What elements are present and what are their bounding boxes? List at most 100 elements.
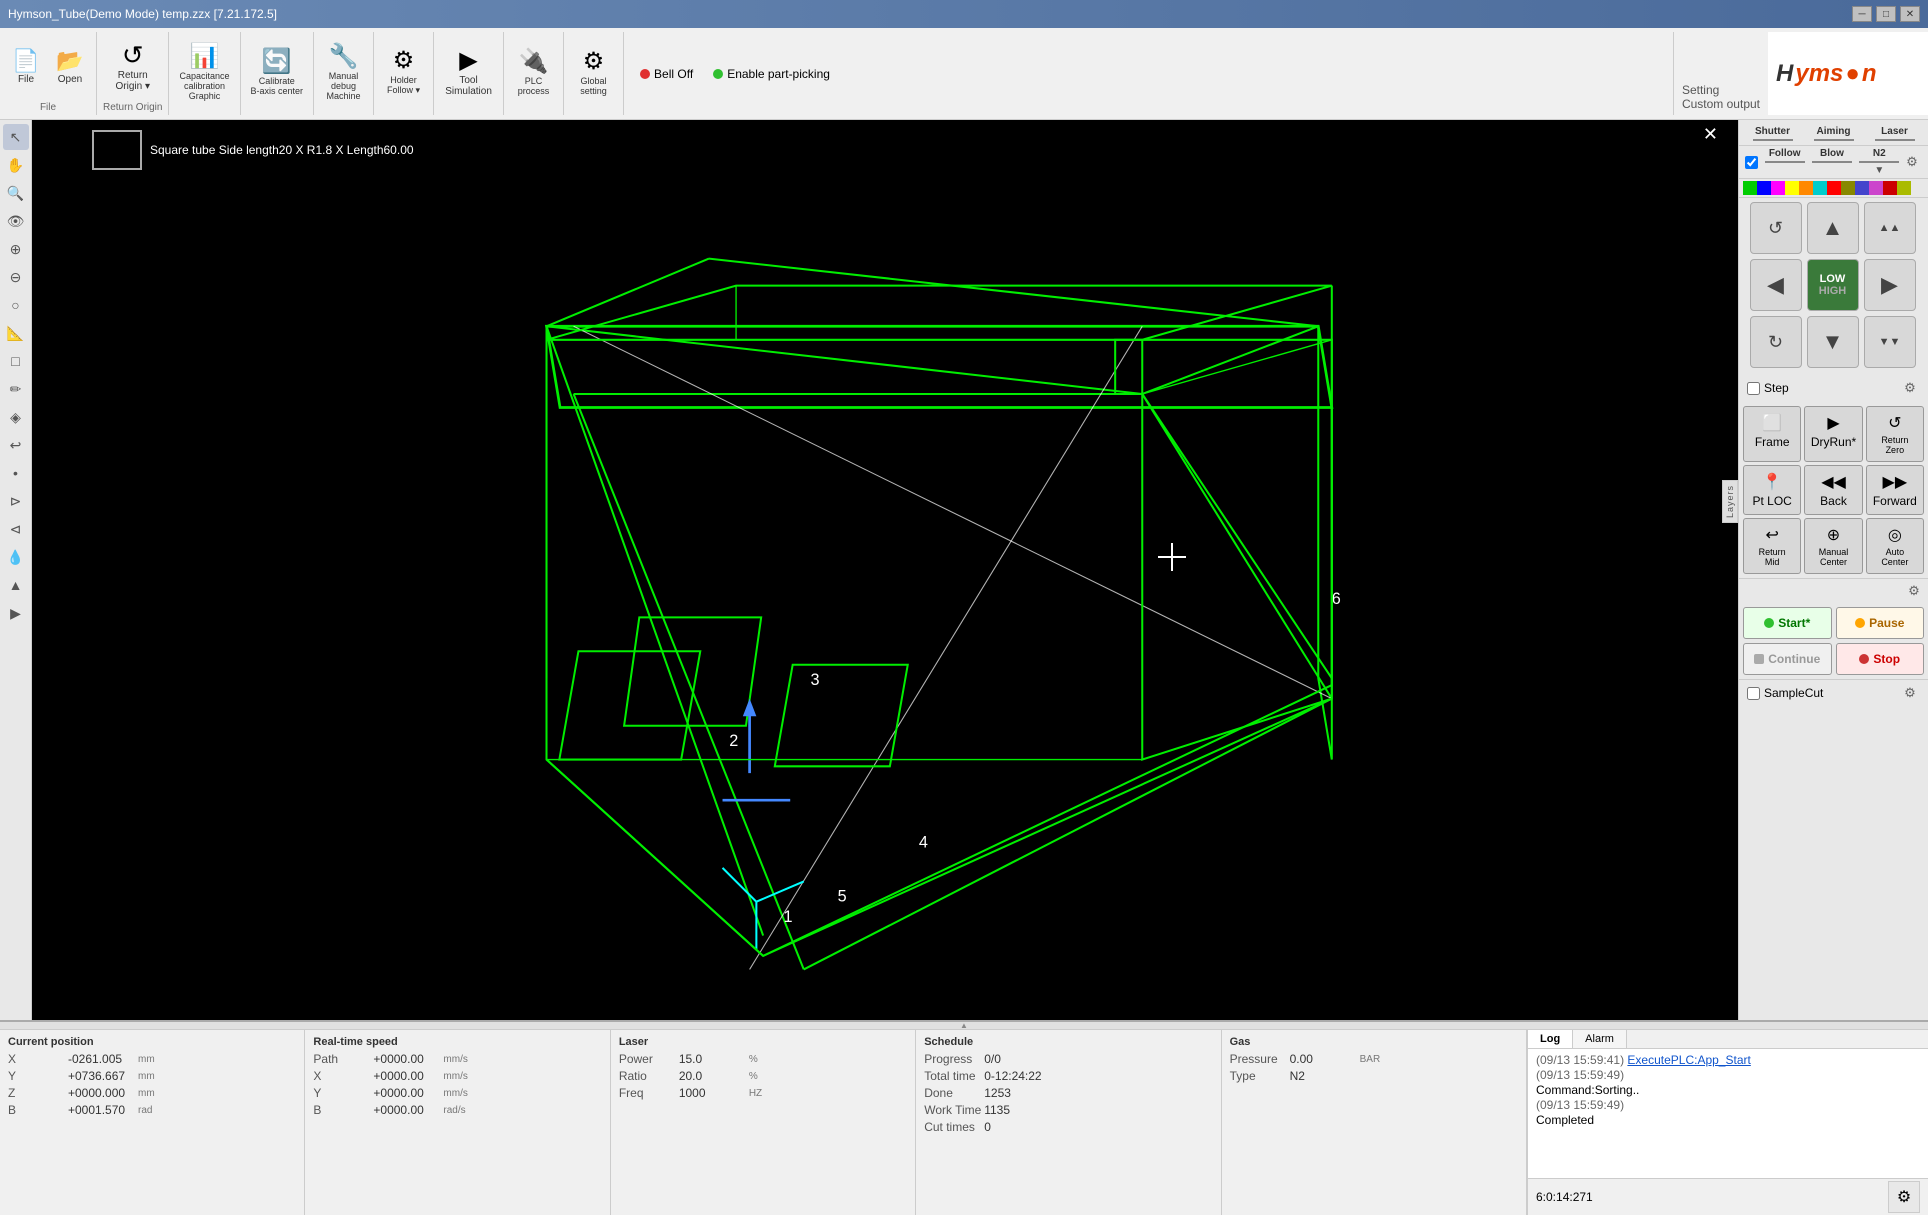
sidebar-forward-step[interactable]: ⊳ [3,488,29,514]
calibrate-b-button[interactable]: 🔄 CalibrateB-axis center [247,48,308,98]
rotate-right-button[interactable]: ↻ [1750,316,1802,368]
sidebar-pencil-tool[interactable]: ✏ [3,376,29,402]
rotate-left-button[interactable]: ↺ [1750,202,1802,254]
sidebar-drop-tool[interactable]: 💧 [3,544,29,570]
plc-process-button[interactable]: 🔌 PLCprocess [514,48,554,98]
shutter-checkbox[interactable] [1745,156,1758,169]
move-up-button[interactable]: ▲ [1807,202,1859,254]
file-open-button[interactable]: 📂 Open [50,48,90,87]
file-new-button[interactable]: 📄 File [6,48,46,87]
canvas-close-button[interactable]: ✕ [1703,124,1718,145]
continue-indicator [1754,654,1764,664]
color-green[interactable] [1743,181,1757,195]
n2-dropdown[interactable]: ▼ [1874,165,1884,176]
sidebar-fill-tool[interactable]: ▲ [3,572,29,598]
color-cyan[interactable] [1813,181,1827,195]
move-right-button[interactable]: ▶ [1864,259,1916,311]
capacitance-button[interactable]: 📊 CapacitancecalibrationGraphic [175,43,233,103]
pos-x-unit: mm [138,1054,155,1065]
forward-button[interactable]: ▶▶ Forward [1866,465,1924,515]
manual-debug-button[interactable]: 🔧 ManualdebugMachine [323,43,365,103]
pressure-value: 0.00 [1290,1052,1360,1066]
color-orange[interactable] [1799,181,1813,195]
custom-output-label: Custom output [1682,97,1760,111]
back-button[interactable]: ◀◀ Back [1804,465,1862,515]
start-indicator [1764,618,1774,628]
step-settings-gear[interactable]: ⚙ [1900,378,1920,398]
sidebar-eraser-tool[interactable]: ◈ [3,404,29,430]
sidebar-expand-btn[interactable]: ▶ [3,600,29,626]
laser-power-value: 15.0 [679,1052,749,1066]
color-lime[interactable] [1897,181,1911,195]
sidebar-measure-tool[interactable]: 📐 [3,320,29,346]
sidebar-dot-tool[interactable]: • [3,460,29,486]
return-origin-button[interactable]: ↺ ReturnOrigin ▾ [111,40,153,94]
sidebar-back-step[interactable]: ⊲ [3,516,29,542]
sidebar-eye-tool[interactable]: 👁 [3,208,29,234]
color-yellow[interactable] [1785,181,1799,195]
start-button[interactable]: Start* [1743,607,1832,639]
svg-text:6: 6 [1332,590,1341,608]
color-violet[interactable] [1869,181,1883,195]
file-new-label: File [18,74,34,85]
current-position-panel: Current position X -0261.005 mm Y +0736.… [0,1030,305,1215]
color-blue[interactable] [1757,181,1771,195]
pause-button[interactable]: Pause [1836,607,1925,639]
tube-canvas[interactable]: 1 2 3 4 5 6 [32,120,1738,1020]
color-olive[interactable] [1841,181,1855,195]
sidebar-pan-tool[interactable]: ✋ [3,152,29,178]
manual-center-button[interactable]: ⊕ ManualCenter [1804,518,1862,574]
canvas-area[interactable]: Square tube Side length20 X R1.8 X Lengt… [32,120,1738,1020]
laser-settings-gear[interactable]: ⚙ [1902,152,1922,172]
gas-panel: Gas Pressure 0.00 BAR Type N2 [1222,1030,1526,1215]
step-checkbox-label[interactable]: Step [1747,381,1789,395]
laser-power-label: Power [619,1052,679,1066]
log-entry-2: (09/13 15:59:49) [1536,1068,1920,1082]
bell-off-button[interactable]: Bell Off [640,67,693,81]
pos-b-row: B +0001.570 rad [8,1103,296,1117]
dry-run-button[interactable]: ▶ DryRun* [1804,406,1862,462]
global-setting-button[interactable]: ⚙ Globalsetting [574,48,614,98]
log-link-1[interactable]: ExecutePLC:App_Start [1627,1053,1750,1067]
tool-simulation-button[interactable]: ▶ ToolSimulation [441,47,496,99]
move-left-button[interactable]: ◀ [1750,259,1802,311]
color-indigo[interactable] [1855,181,1869,195]
return-mid-button[interactable]: ↩ ReturnMid [1743,518,1801,574]
continue-button[interactable]: Continue [1743,643,1832,675]
sample-cut-checkbox[interactable] [1747,687,1760,700]
sample-cut-label[interactable]: SampleCut [1747,686,1823,700]
sample-cut-gear[interactable]: ⚙ [1900,683,1920,703]
restore-button[interactable]: □ [1876,6,1896,22]
move-down-button[interactable]: ▼ [1807,316,1859,368]
alarm-tab[interactable]: Alarm [1573,1030,1627,1048]
stop-button[interactable]: Stop [1836,643,1925,675]
minimize-button[interactable]: ─ [1852,6,1872,22]
move-up-z-button[interactable]: ▲▲ [1864,202,1916,254]
log-tab[interactable]: Log [1528,1030,1573,1048]
low-high-toggle[interactable]: LOW HIGH [1807,259,1859,311]
frame-button[interactable]: ⬜ Frame [1743,406,1801,462]
pt-loc-button[interactable]: 📍 Pt LOC [1743,465,1801,515]
step-checkbox[interactable] [1747,382,1760,395]
log-settings-gear[interactable]: ⚙ [1888,1181,1920,1213]
move-down-z-button[interactable]: ▼▼ [1864,316,1916,368]
toolbar-group-plc: 🔌 PLCprocess [504,32,564,115]
sidebar-rect-tool[interactable]: □ [3,348,29,374]
sidebar-circle-tool[interactable]: ○ [3,292,29,318]
bottom-collapse-btn[interactable]: ▲ [0,1022,1928,1030]
return-zero-button[interactable]: ↺ ReturnZero [1866,406,1924,462]
color-magenta[interactable] [1771,181,1785,195]
auto-center-button[interactable]: ◎ AutoCenter [1866,518,1924,574]
color-red[interactable] [1827,181,1841,195]
toolbar-group-holder-follow: ⚙ HolderFollow ▾ [374,32,434,115]
sidebar-zoom-tool[interactable]: 🔍 [3,180,29,206]
color-dark-red[interactable] [1883,181,1897,195]
enable-part-picking-button[interactable]: Enable part-picking [713,67,830,81]
action-settings-gear[interactable]: ⚙ [1904,581,1924,601]
holder-follow-button[interactable]: ⚙ HolderFollow ▾ [383,47,424,98]
sidebar-select-tool[interactable]: ↖ [3,124,29,150]
close-button[interactable]: ✕ [1900,6,1920,22]
sidebar-undo-tool[interactable]: ↩ [3,432,29,458]
sidebar-zoom-in-tool[interactable]: ⊕ [3,236,29,262]
sidebar-zoom-out-tool[interactable]: ⊖ [3,264,29,290]
